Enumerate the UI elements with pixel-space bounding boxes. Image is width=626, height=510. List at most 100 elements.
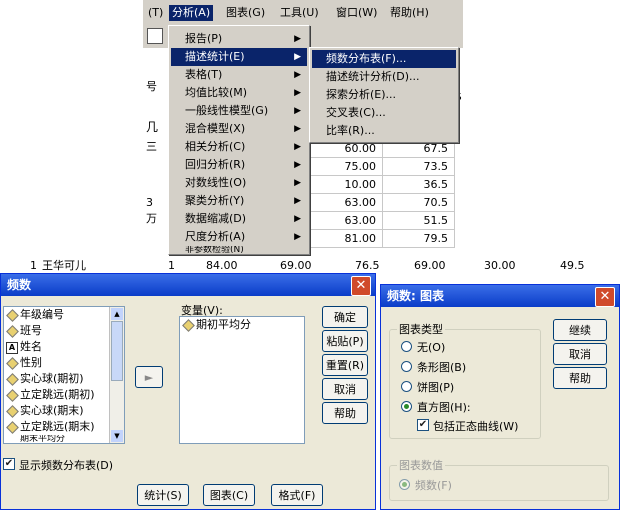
radio-bar[interactable] <box>401 361 412 372</box>
grid-cell: 1 <box>168 259 175 272</box>
grid-cell[interactable]: 63.00 <box>311 194 383 212</box>
menu-item-glm[interactable]: 一般线性模型(G) ▶ <box>171 102 307 120</box>
grid-cell[interactable]: 63.00 <box>311 212 383 230</box>
chevron-right-icon: ▶ <box>294 70 301 80</box>
radio-histogram[interactable] <box>401 401 412 412</box>
dialog-title: 频数: 图表 <box>387 289 444 303</box>
scroll-down-icon[interactable]: ▼ <box>111 430 123 442</box>
cancel-button[interactable]: 取消 <box>553 343 607 365</box>
close-button[interactable]: ✕ <box>595 287 615 307</box>
radio-pie[interactable] <box>401 381 412 392</box>
grid-cell[interactable]: 36.5 <box>383 176 455 194</box>
grid-cell[interactable]: 51.5 <box>383 212 455 230</box>
show-table-checkbox[interactable]: ✔ <box>3 458 15 470</box>
chevron-right-icon: ▶ <box>294 106 301 116</box>
list-scrollbar[interactable]: ▲ ▼ <box>109 307 124 443</box>
string-variable-icon: A <box>6 342 18 354</box>
paste-button[interactable]: 粘贴(P) <box>322 330 368 352</box>
grid-cell[interactable]: 75.00 <box>311 158 383 176</box>
list-item[interactable]: 期末平均分 <box>4 435 124 443</box>
menu-item-tables[interactable]: 表格(T) ▶ <box>171 66 307 84</box>
menu-item-loglinear[interactable]: 对数线性(O) ▶ <box>171 174 307 192</box>
radio-none[interactable] <box>401 341 412 352</box>
grid-cell: 84.00 <box>206 259 238 272</box>
chevron-right-icon: ▶ <box>294 160 301 170</box>
grid-cell[interactable]: 79.5 <box>383 230 455 248</box>
list-item[interactable]: A 姓名 <box>4 339 124 355</box>
target-variable-list[interactable]: 期初平均分 <box>179 316 305 444</box>
menu-item-classify[interactable]: 聚类分析(Y) ▶ <box>171 192 307 210</box>
close-icon: ✕ <box>599 289 611 304</box>
menu-item-mixed[interactable]: 混合模型(X) ▶ <box>171 120 307 138</box>
scroll-thumb[interactable] <box>111 321 123 381</box>
menu-item-frequencies[interactable]: 频数分布表(F)... <box>312 50 456 68</box>
grid-bottom-row: 1 王华可儿 1 84.00 69.00 76.5 69.00 30.00 49… <box>30 259 626 273</box>
menu-item-descriptives[interactable]: 描述统计分析(D)... <box>312 68 456 86</box>
list-item[interactable]: 立定跳远(期末) <box>4 419 124 435</box>
chart-type-group-label: 图表类型 <box>397 321 445 337</box>
list-item[interactable]: 实心球(期末) <box>4 403 124 419</box>
menu-window[interactable]: 窗口(W) <box>333 5 380 21</box>
grid-cell[interactable]: 70.5 <box>383 194 455 212</box>
grid-cell: 76.5 <box>355 259 380 272</box>
move-variable-button[interactable]: ► <box>135 366 163 388</box>
format-button[interactable]: 格式(F) <box>271 484 323 506</box>
normal-curve-checkbox[interactable]: ✔ <box>417 419 429 431</box>
table-icon[interactable] <box>147 28 163 44</box>
close-button[interactable]: ✕ <box>351 276 371 296</box>
arrow-right-icon: ► <box>144 371 154 384</box>
grid-cell[interactable]: 81.00 <box>311 230 383 248</box>
list-item[interactable]: 班号 <box>4 323 124 339</box>
help-button[interactable]: 帮助 <box>322 402 368 424</box>
menu-item-nonparametric[interactable]: 非参数检验(N) <box>171 246 307 254</box>
grid-cell[interactable]: 73.5 <box>383 158 455 176</box>
cancel-button[interactable]: 取消 <box>322 378 368 400</box>
grid-cell[interactable]: 10.00 <box>311 176 383 194</box>
scroll-up-icon[interactable]: ▲ <box>111 308 123 320</box>
source-variable-list[interactable]: 年级编号 班号 A 姓名 性别 实心球(期初) 立定跳远(期初) 实心球(期末) … <box>3 306 125 444</box>
list-item[interactable]: 立定跳远(期初) <box>4 387 124 403</box>
dialog-titlebar: 频数 <box>1 274 375 296</box>
scale-variable-icon <box>182 319 195 332</box>
radio-bar-label: 条形图(B) <box>417 361 467 374</box>
list-item[interactable]: 实心球(期初) <box>4 371 124 387</box>
continue-button[interactable]: 继续 <box>553 319 607 341</box>
menu-item-crosstabs[interactable]: 交叉表(C)... <box>312 104 456 122</box>
menu-bar: (T) 分析(A) 图表(G) 工具(U) 窗口(W) 帮助(H) <box>143 0 463 25</box>
chevron-right-icon: ▶ <box>294 124 301 134</box>
analyze-menu: 报告(P) ▶ 描述统计(E) ▶ 表格(T) ▶ 均值比较(M) ▶ 一般线性模型(G… <box>168 25 310 255</box>
menu-item-data-reduction[interactable]: 数据缩减(D) ▶ <box>171 210 307 228</box>
list-item[interactable]: 性别 <box>4 355 124 371</box>
radio-frequencies-label: 频数(F) <box>415 479 452 492</box>
menu-transform[interactable]: (T) <box>145 5 166 21</box>
chevron-right-icon: ▶ <box>294 178 301 188</box>
radio-none-label: 无(O) <box>417 341 446 354</box>
help-button[interactable]: 帮助 <box>553 367 607 389</box>
menu-item-correlate[interactable]: 相关分析(C) ▶ <box>171 138 307 156</box>
menu-item-compare-means[interactable]: 均值比较(M) ▶ <box>171 84 307 102</box>
descriptive-submenu: 频数分布表(F)... 描述统计分析(D)... 探索分析(E)... 交叉表(… <box>309 47 459 143</box>
menu-analyze[interactable]: 分析(A) <box>169 5 214 21</box>
menu-item-regression[interactable]: 回归分析(R) ▶ <box>171 156 307 174</box>
reset-button[interactable]: 重置(R) <box>322 354 368 376</box>
charts-button[interactable]: 图表(C) <box>203 484 255 506</box>
chevron-right-icon: ▶ <box>294 88 301 98</box>
radio-frequencies[interactable] <box>399 479 410 490</box>
menu-utilities[interactable]: 工具(U) <box>277 5 322 21</box>
menu-item-explore[interactable]: 探索分析(E)... <box>312 86 456 104</box>
menu-item-scale[interactable]: 尺度分析(A) ▶ <box>171 228 307 246</box>
list-item[interactable]: 期初平均分 <box>180 317 304 333</box>
grid-cell: 69.00 <box>280 259 312 272</box>
menu-item-descriptive[interactable]: 描述统计(E) ▶ <box>171 48 307 66</box>
normal-curve-label: 包括正态曲线(W) <box>433 420 519 433</box>
ok-button[interactable]: 确定 <box>322 306 368 328</box>
menu-graphs[interactable]: 图表(G) <box>223 5 268 21</box>
statistics-button[interactable]: 统计(S) <box>137 484 189 506</box>
chevron-right-icon: ▶ <box>294 142 301 152</box>
grid-cell: 30.00 <box>484 259 516 272</box>
close-icon: ✕ <box>355 278 367 293</box>
menu-help[interactable]: 帮助(H) <box>387 5 432 21</box>
list-item[interactable]: 年级编号 <box>4 307 124 323</box>
menu-item-ratio[interactable]: 比率(R)... <box>312 122 456 140</box>
menu-item-reports[interactable]: 报告(P) ▶ <box>171 30 307 48</box>
